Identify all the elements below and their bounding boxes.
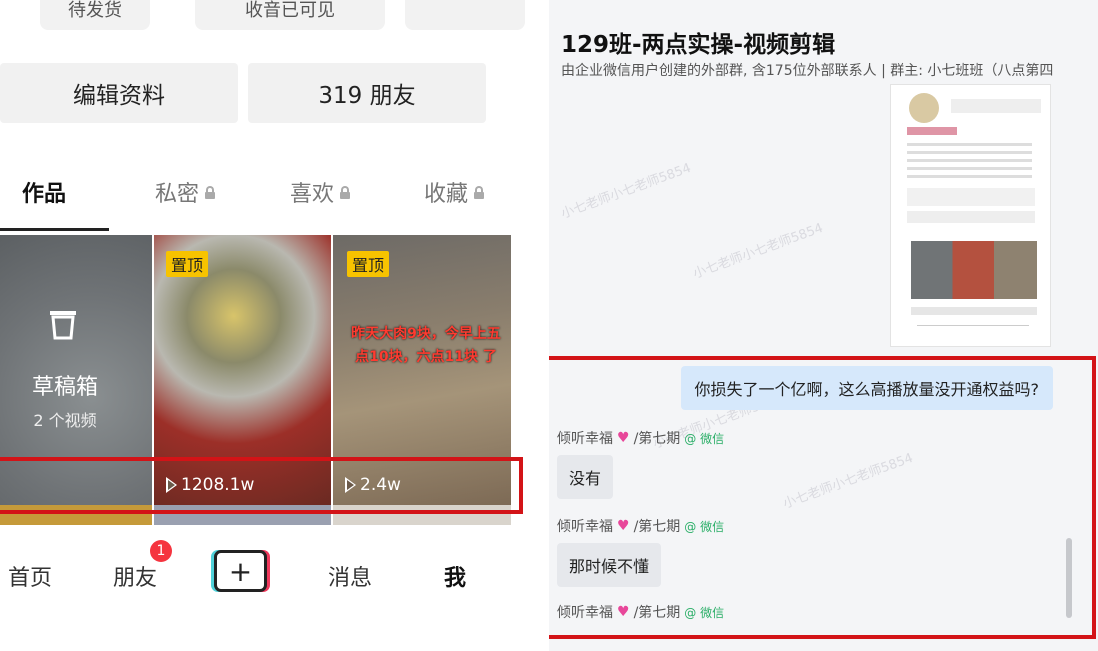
tab-favorites[interactable]: 收藏 [424,176,485,208]
group-title: 129班-两点实操-视频剪辑 [561,32,836,58]
watermark: 小七老师小七老师5854 [691,220,826,282]
lock-icon [474,185,485,199]
bio-placeholder [907,143,1032,183]
tab-label: 作品 [22,182,67,207]
group-subtitle: 由企业微信用户创建的外部群, 含175位外部联系人 | 群主: 小七班班（八点第… [561,63,1054,79]
tab-works[interactable]: 作品 [22,176,66,208]
mini-nav-placeholder [911,307,1037,315]
highlight-box-chat [549,356,1096,639]
nav-home[interactable]: 首页 [8,560,52,592]
active-tab-underline [0,228,109,231]
viewer-toolbar [917,325,1029,336]
pinned-badge: 置顶 [347,251,390,277]
watermark: 小七老师小七老师5854 [559,160,694,222]
nav-messages[interactable]: 消息 [328,560,372,592]
name-placeholder [907,127,957,135]
edit-profile-button[interactable]: 编辑资料 [0,63,238,123]
buttons-placeholder [907,211,1035,223]
tab-likes[interactable]: 喜欢 [290,176,351,208]
nav-me[interactable]: 我 [444,560,466,592]
drafts-count: 2 个视频 [33,411,97,430]
profile-stats-placeholder [951,99,1041,113]
stats-row-placeholder [907,188,1035,206]
tab-label: 收藏 [424,182,469,207]
drafts-title: 草稿箱 [31,375,98,400]
top-row-item[interactable]: 待发货 [40,0,150,30]
shared-screenshot-image[interactable] [890,84,1051,347]
create-plus-button[interactable]: + [214,550,267,592]
avatar [909,93,939,123]
tab-label: 喜欢 [290,182,335,207]
video-overlay-text: 昨天大肉9块，今早上五点10块，六点11块 了 [351,326,501,365]
tab-label: 私密 [155,182,200,207]
mini-video-grid [911,241,1037,299]
profile-panel: 待发货 收音已可见 编辑资料 319 朋友 作品 私密 喜欢 收藏 草稿箱 2 … [0,0,525,651]
trash-icon [50,311,76,340]
friends-count-button[interactable]: 319 朋友 [248,63,486,123]
pinned-badge: 置顶 [166,251,209,277]
lock-icon [205,185,216,199]
top-row-item[interactable]: 收音已可见 [195,0,385,30]
top-row-item-blank [405,0,525,30]
highlight-box-views [0,457,523,514]
tab-private[interactable]: 私密 [155,176,216,208]
chat-panel: 129班-两点实操-视频剪辑 由企业微信用户创建的外部群, 含175位外部联系人… [549,0,1098,651]
friends-notification-badge: 1 [150,540,172,562]
nav-friends[interactable]: 朋友 [113,560,157,592]
lock-icon [340,185,351,199]
